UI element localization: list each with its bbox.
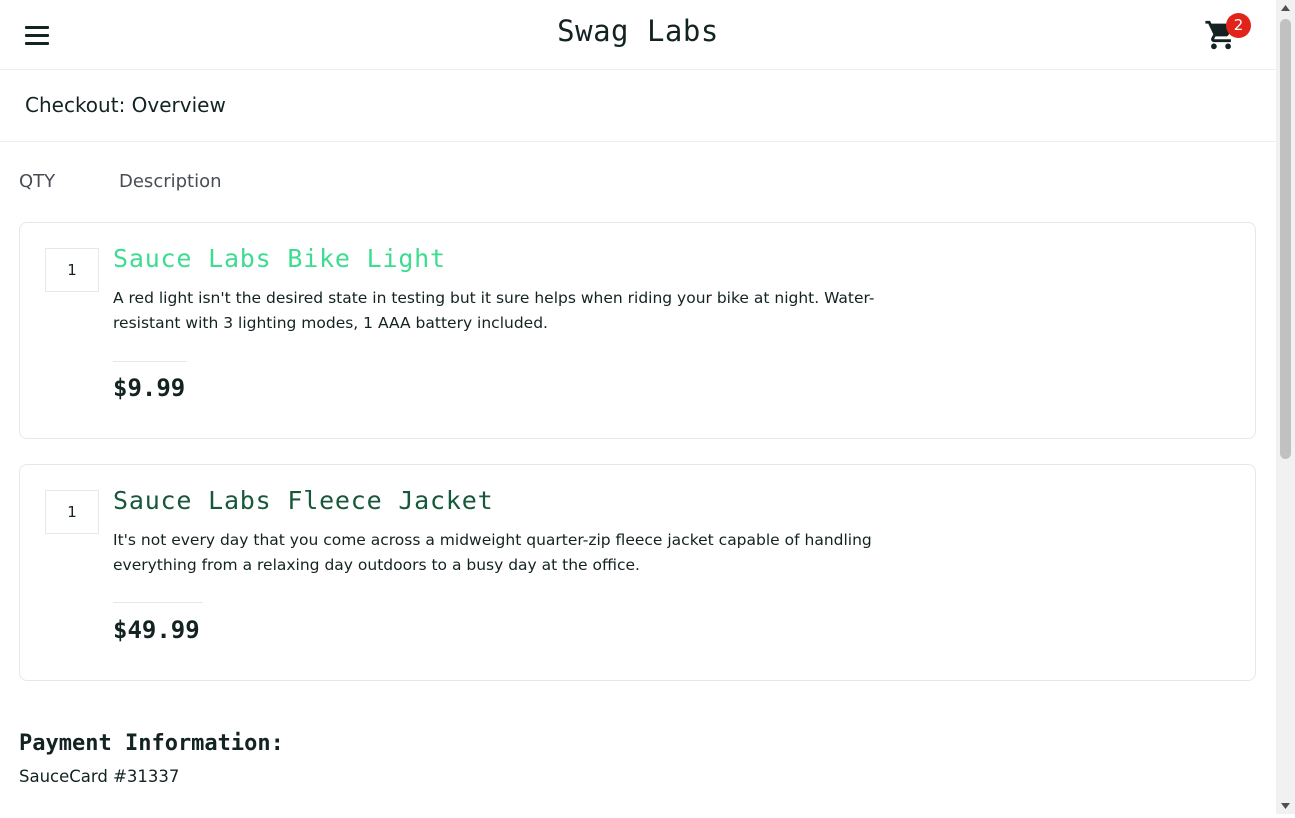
cart-item: 1 Sauce Labs Fleece Jacket It's not ever… [19,464,1256,681]
page-title: Checkout: Overview [25,93,226,117]
item-description: A red light isn't the desired state in t… [113,289,875,332]
scroll-down-arrow-icon[interactable] [1276,797,1295,814]
cart-item: 1 Sauce Labs Bike Light A red light isn'… [19,222,1256,439]
checkout-overview-page: Swag Labs 2 Checkout: Overview QTY Descr… [0,0,1276,814]
app-logo: Swag Labs [557,14,719,48]
item-quantity: 1 [45,490,99,534]
item-name-link[interactable]: Sauce Labs Bike Light [113,244,446,273]
secondary-header: Checkout: Overview [0,71,1276,142]
item-quantity: 1 [45,248,99,292]
item-price: $49.99 [113,616,200,644]
payment-info-label: Payment Information: [19,731,284,756]
item-description: It's not every day that you come across … [113,531,872,574]
qty-column-label: QTY [19,171,56,192]
payment-info-value: SauceCard #31337 [19,767,180,786]
description-column-label: Description [119,171,222,192]
item-name-link[interactable]: Sauce Labs Fleece Jacket [113,486,493,515]
scroll-up-arrow-icon[interactable] [1276,0,1295,17]
scrollbar-thumb[interactable] [1280,19,1291,459]
cart-count-badge: 2 [1226,13,1251,38]
price-divider [113,361,187,362]
price-divider [113,602,203,603]
primary-header: Swag Labs 2 [0,0,1276,70]
vertical-scrollbar[interactable] [1276,0,1295,814]
item-price: $9.99 [113,374,186,402]
